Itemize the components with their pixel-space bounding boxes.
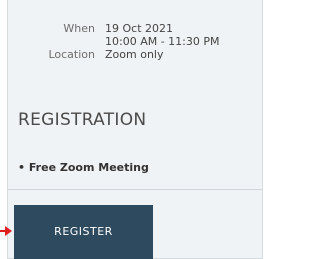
event-details-panel: When 19 Oct 2021 10:00 AM - 11:30 PM Loc… <box>7 0 263 259</box>
event-date: 19 Oct 2021 <box>105 22 174 35</box>
when-row: When 19 Oct 2021 10:00 AM - 11:30 PM <box>8 22 264 48</box>
event-meta: When 19 Oct 2021 10:00 AM - 11:30 PM Loc… <box>8 22 264 61</box>
register-button[interactable]: REGISTER <box>14 205 153 259</box>
event-time: 10:00 AM - 11:30 PM <box>105 35 220 48</box>
bullet-icon: • <box>18 161 29 174</box>
red-arrow-icon <box>0 226 12 236</box>
registration-heading: REGISTRATION <box>18 110 147 130</box>
location-label: Location <box>48 48 95 61</box>
location-value: Zoom only <box>105 48 164 61</box>
registration-option-label: Free Zoom Meeting <box>28 161 149 174</box>
when-value: 19 Oct 2021 10:00 AM - 11:30 PM <box>105 22 264 48</box>
divider <box>8 189 262 190</box>
when-label: When <box>63 22 95 35</box>
registration-option: • Free Zoom Meeting <box>18 161 149 174</box>
location-row: Location Zoom only <box>8 48 264 61</box>
